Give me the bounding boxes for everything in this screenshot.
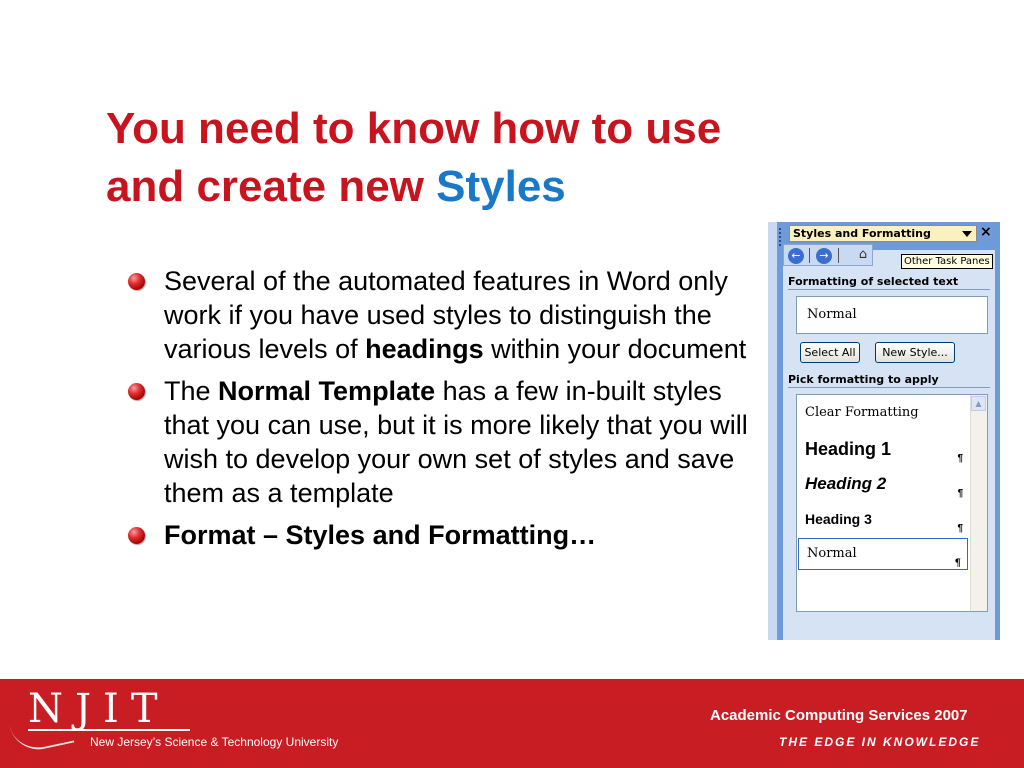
- pane-selector-dropdown[interactable]: Styles and Formatting: [789, 225, 977, 242]
- slide-title: You need to know how to use and create n…: [106, 100, 886, 216]
- bold-normal-template: Normal Template: [218, 376, 436, 406]
- tooltip-other-task-panes: Other Task Panes: [901, 254, 993, 269]
- home-icon[interactable]: ⌂: [855, 247, 871, 263]
- title-line-1: You need to know how to use: [106, 104, 722, 153]
- section-divider: [788, 387, 990, 388]
- styles-formatting-pane: Styles and Formatting × ← → ⌂ Other Task…: [768, 222, 1000, 640]
- pane-selector-label: Styles and Formatting: [793, 227, 931, 240]
- bullet-dot-icon: [128, 273, 145, 290]
- style-item-heading-1[interactable]: Heading 1 ¶: [797, 433, 969, 465]
- nav-separator: [838, 248, 839, 263]
- tagline: THE EDGE IN KNOWLEDGE: [779, 735, 981, 749]
- pane-left-strip: [768, 222, 778, 640]
- bullet-item: Several of the automated features in Wor…: [128, 264, 748, 366]
- bold-headings: headings: [365, 334, 484, 364]
- close-icon[interactable]: ×: [980, 224, 992, 240]
- section-pick-formatting-label: Pick formatting to apply: [788, 373, 939, 386]
- paragraph-mark-icon: ¶: [954, 558, 961, 569]
- style-item-heading-3[interactable]: Heading 3 ¶: [797, 503, 969, 535]
- footer-bar: NJIT New Jersey’s Science & Technology U…: [0, 679, 1024, 768]
- bullet-dot-icon: [128, 527, 145, 544]
- forward-arrow-icon[interactable]: →: [816, 248, 832, 264]
- title-accent-word: Styles: [436, 162, 566, 211]
- bullet-item: Format – Styles and Formatting…: [128, 518, 748, 552]
- bullet-list: Several of the automated features in Wor…: [128, 264, 748, 560]
- title-line-2: and create new Styles: [106, 158, 886, 216]
- style-item-heading-2[interactable]: Heading 2 ¶: [797, 468, 969, 500]
- scroll-up-icon[interactable]: ▲: [971, 396, 986, 411]
- nav-separator: [809, 248, 810, 263]
- chevron-down-icon: [962, 231, 972, 237]
- bullet-dot-icon: [128, 383, 145, 400]
- section-divider: [788, 289, 990, 290]
- back-arrow-icon[interactable]: ←: [788, 248, 804, 264]
- bold-menu-path: Format – Styles and Formatting…: [164, 520, 597, 550]
- title-line-2-prefix: and create new: [106, 162, 437, 211]
- njit-logo: NJIT: [28, 686, 170, 732]
- logo-underline: [28, 729, 190, 731]
- pane-nav-bar: ← → ⌂: [783, 244, 873, 266]
- style-item-normal-selected[interactable]: Normal ¶: [798, 538, 968, 570]
- bullet-item: The Normal Template has a few in-built s…: [128, 374, 748, 510]
- university-name: New Jersey’s Science & Technology Univer…: [90, 735, 339, 749]
- selected-style-box: Normal: [796, 296, 988, 334]
- style-list-scrollbar[interactable]: ▲: [970, 395, 987, 611]
- style-item-clear-formatting[interactable]: Clear Formatting: [797, 401, 969, 433]
- style-list: ▲ Clear Formatting Heading 1 ¶ Heading 2…: [796, 394, 988, 612]
- select-all-button[interactable]: Select All: [800, 342, 860, 363]
- department-label: Academic Computing Services 2007: [710, 707, 968, 724]
- section-formatting-selected-label: Formatting of selected text: [788, 275, 959, 288]
- new-style-button[interactable]: New Style...: [875, 342, 955, 363]
